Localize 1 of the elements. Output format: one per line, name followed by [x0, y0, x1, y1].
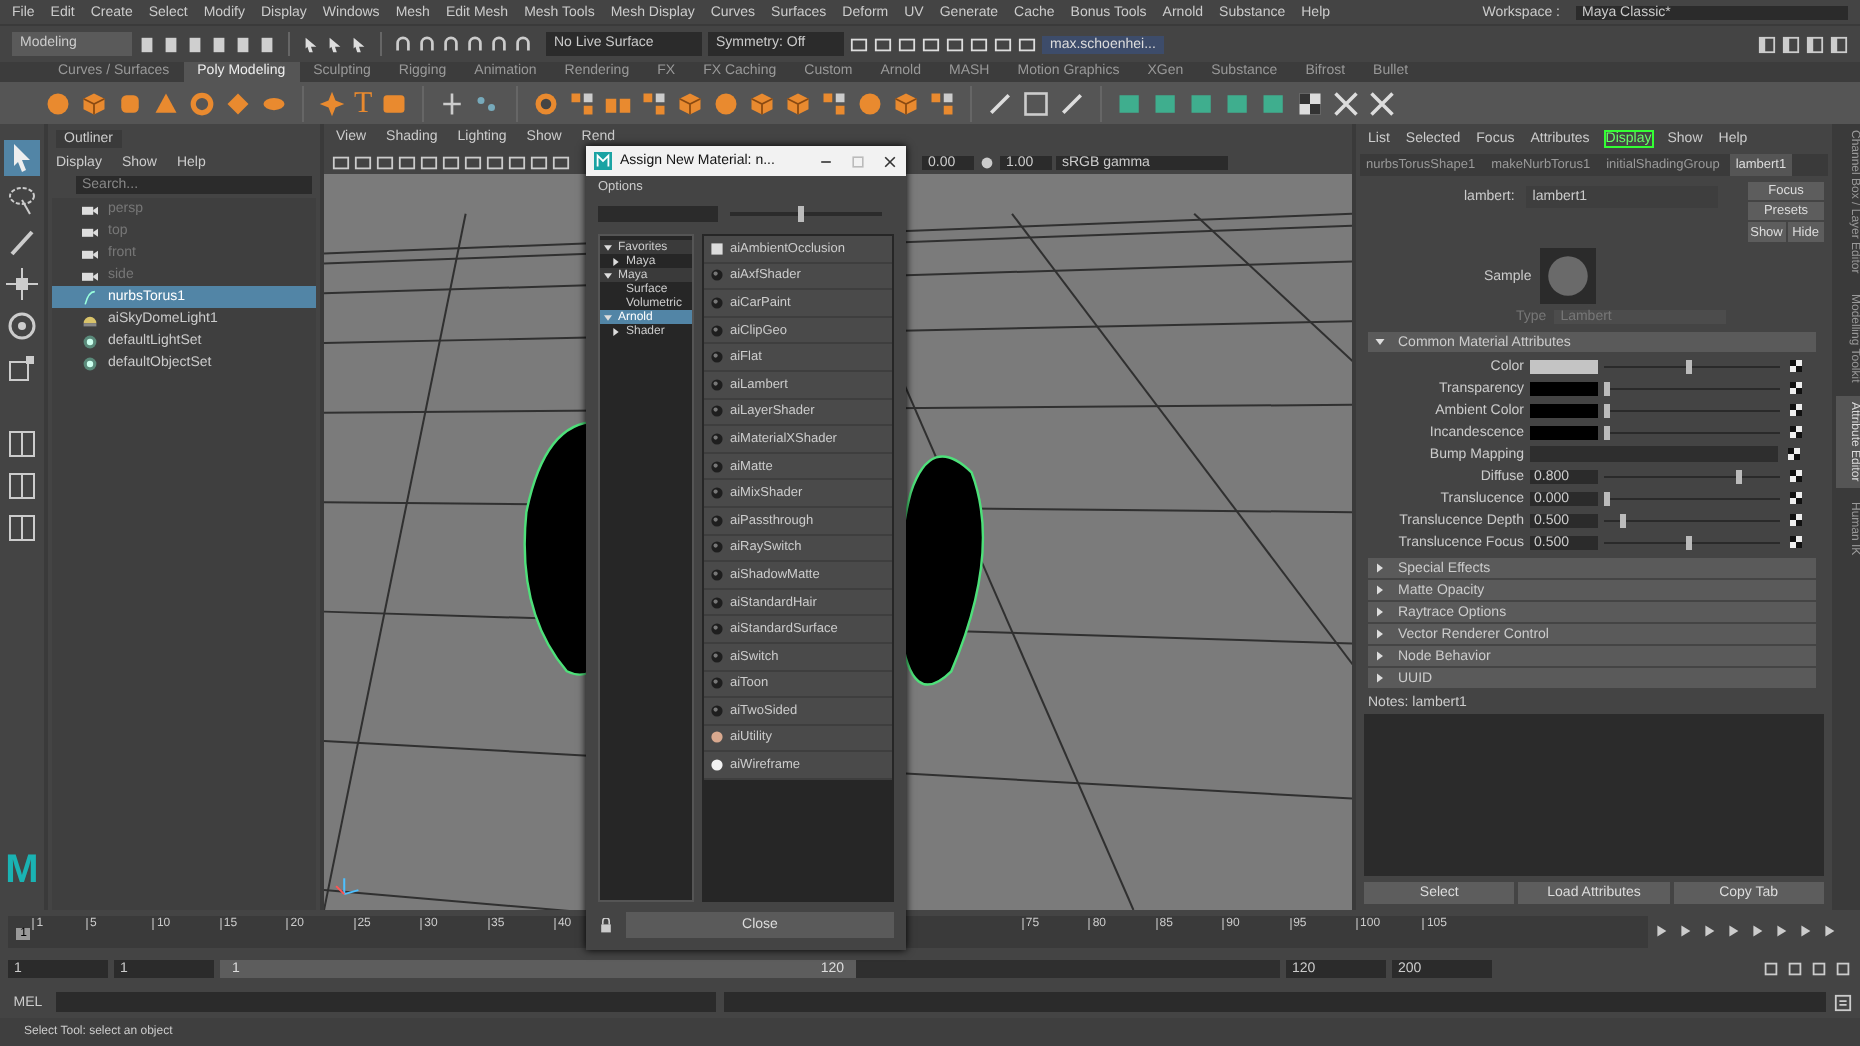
logo: M: [5, 848, 39, 894]
